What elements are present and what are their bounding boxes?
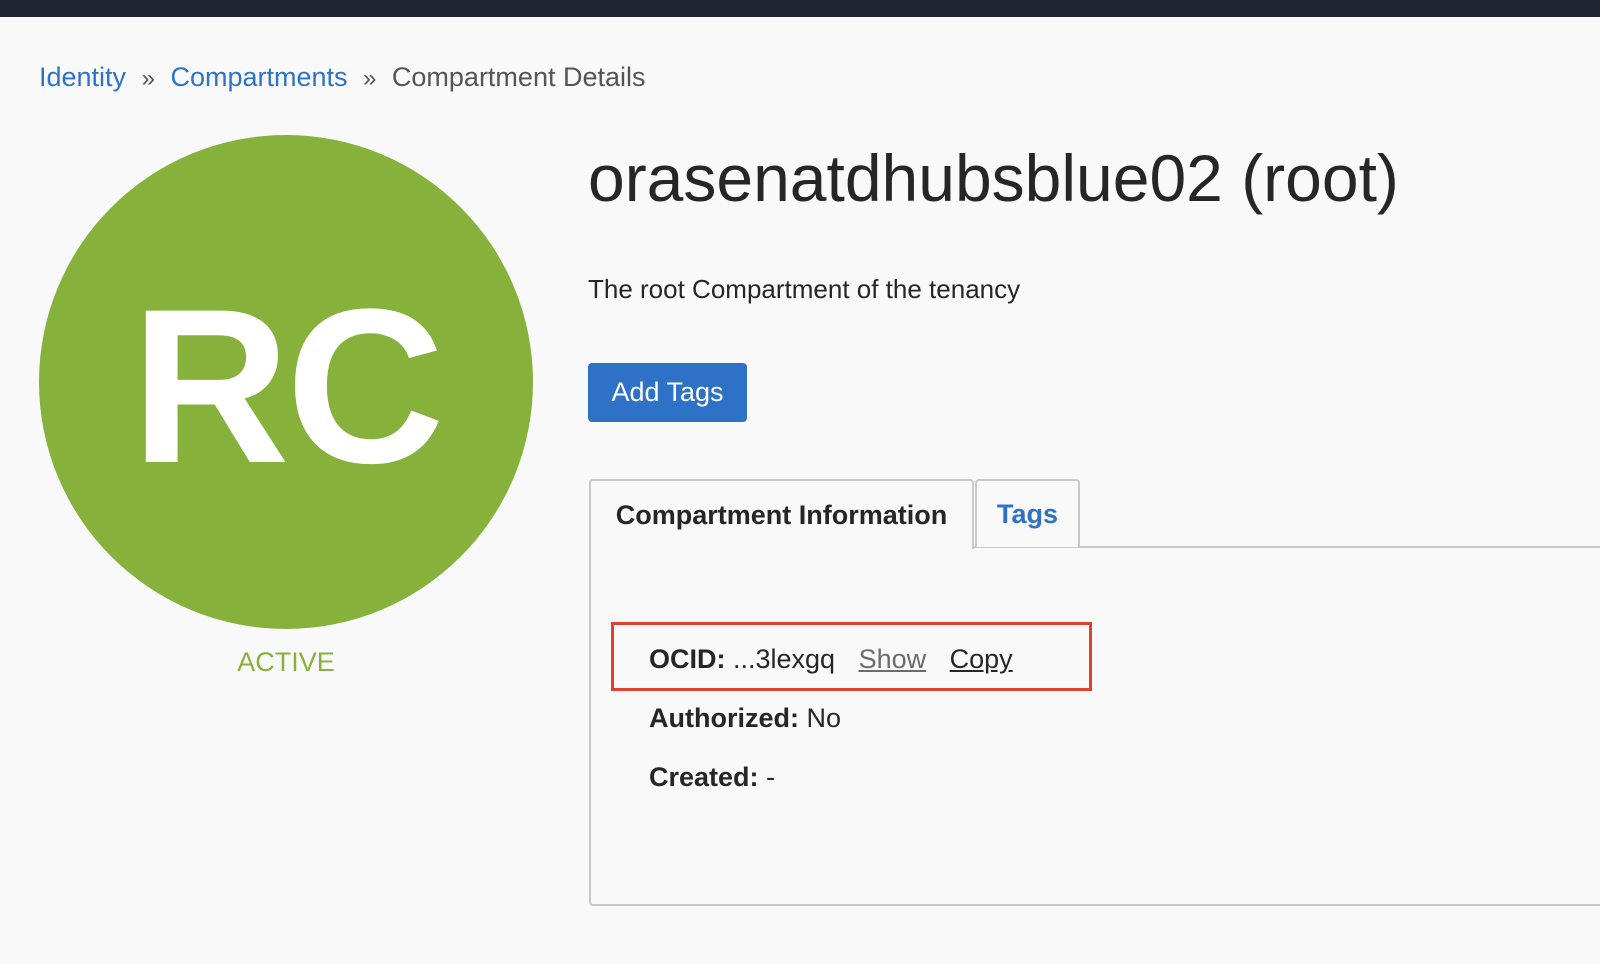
page-title: orasenatdhubsblue02 (root) [588, 141, 1399, 215]
breadcrumb-link-identity[interactable]: Identity [39, 62, 126, 92]
add-tags-button[interactable]: Add Tags [588, 363, 747, 422]
compartment-description: The root Compartment of the tenancy [588, 274, 1021, 304]
tab-compartment-information[interactable]: Compartment Information [589, 479, 974, 549]
top-navigation-bar [0, 0, 1600, 17]
tab-tags[interactable]: Tags [975, 479, 1080, 547]
authorized-label: Authorized: [649, 703, 807, 733]
created-label: Created: [649, 762, 767, 792]
breadcrumb: Identity » Compartments » Compartment De… [39, 60, 646, 96]
breadcrumb-separator: » [141, 65, 155, 92]
status-label: ACTIVE [237, 647, 335, 677]
copy-ocid-link[interactable]: Copy [950, 644, 1013, 674]
authorized-value: No [806, 703, 841, 733]
compartment-avatar: RC [39, 135, 533, 629]
created-value: - [766, 762, 776, 792]
breadcrumb-link-compartments[interactable]: Compartments [170, 62, 347, 92]
avatar-initials: RC [131, 263, 445, 509]
show-ocid-link[interactable]: Show [859, 644, 927, 674]
ocid-label: OCID: [649, 644, 733, 674]
breadcrumb-current: Compartment Details [391, 62, 646, 92]
ocid-row: OCID: ...3lexgq Show Copy [649, 642, 1013, 676]
authorized-row: Authorized: No [649, 701, 841, 735]
ocid-value: ...3lexgq [733, 644, 836, 674]
breadcrumb-separator: » [363, 65, 377, 92]
created-row: Created: - [649, 760, 775, 794]
